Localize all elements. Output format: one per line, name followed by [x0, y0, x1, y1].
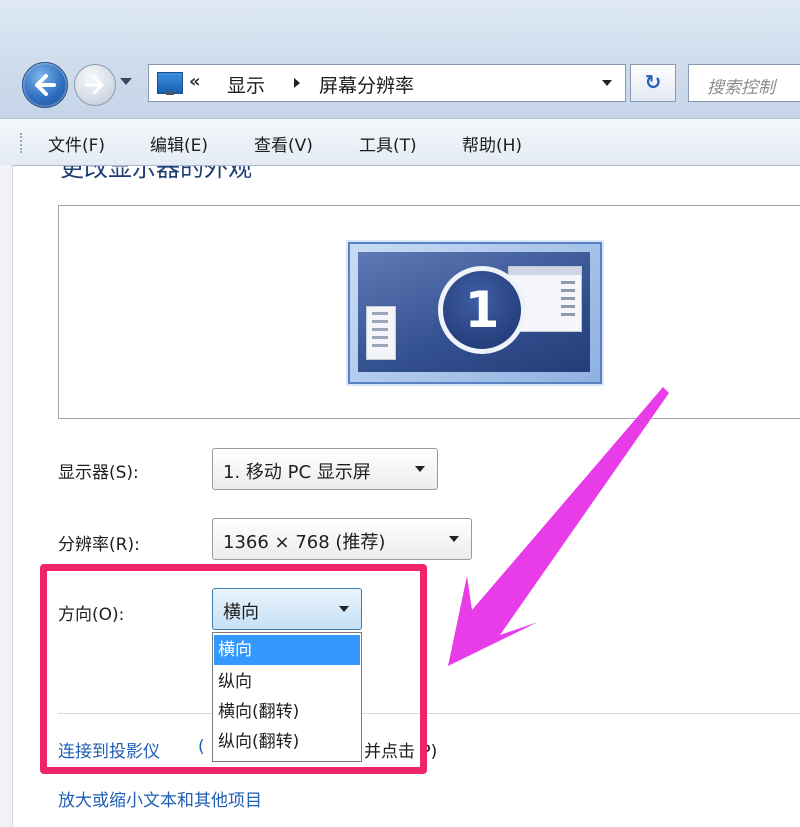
annotation-arrow-icon: [448, 387, 669, 666]
